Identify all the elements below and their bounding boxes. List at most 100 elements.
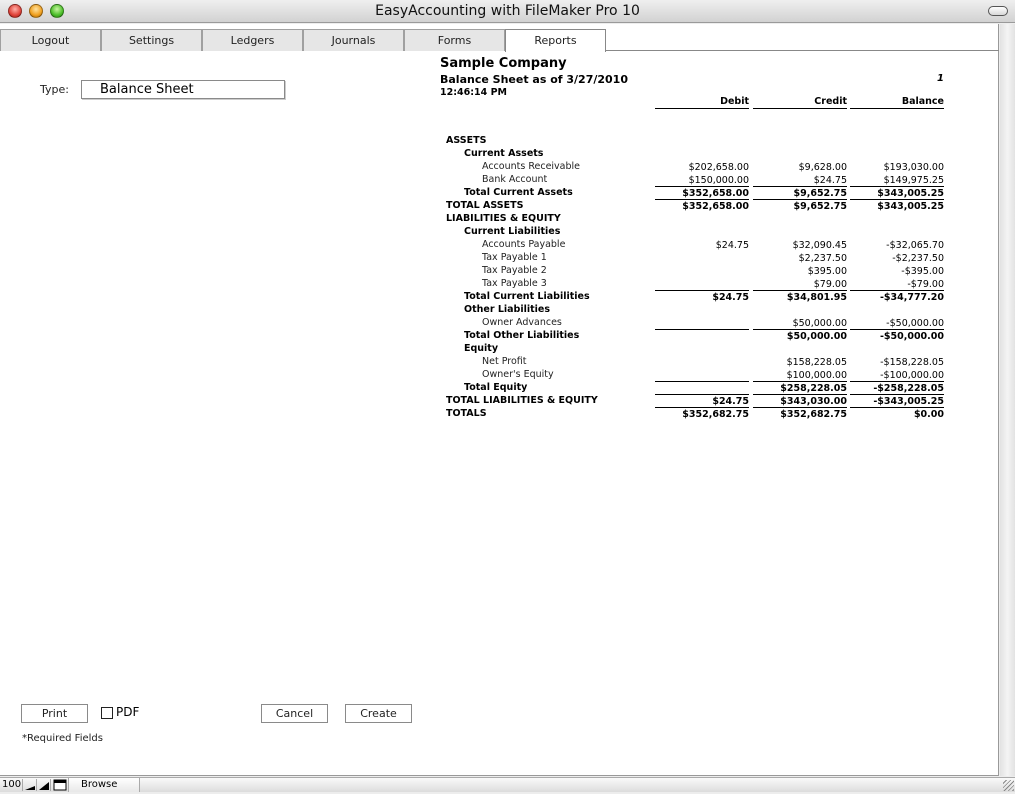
row-label: Bank Account <box>482 174 548 185</box>
row-label: TOTAL LIABILITIES & EQUITY <box>446 395 598 406</box>
tab-forms[interactable]: Forms <box>404 29 505 51</box>
row-label: Total Equity <box>464 382 528 393</box>
report-row: Bank Account $150,000.00 $24.75 $149,975.25 <box>446 174 951 187</box>
cell-debit <box>655 226 749 239</box>
cell-credit: $34,801.95 <box>786 292 847 303</box>
cell-balance: $149,975.25 <box>850 174 944 187</box>
print-button[interactable]: Print <box>21 704 88 723</box>
row-label: Total Other Liabilities <box>464 330 580 341</box>
vertical-scrollbar[interactable] <box>1000 24 1015 776</box>
zoom-out-icon[interactable] <box>22 779 36 791</box>
report-row: Accounts Payable $24.75 $32,090.45 -$32,065… <box>446 239 951 252</box>
row-label: TOTALS <box>446 408 487 419</box>
toolbar-toggle-button[interactable] <box>988 6 1008 16</box>
report-row: Tax Payable 3 $79.00 -$79.00 <box>446 278 951 291</box>
title-bar: EasyAccounting with FileMaker Pro 10 <box>0 0 1015 23</box>
cell-balance: $0.00 <box>913 409 944 420</box>
row-label: LIABILITIES & EQUITY <box>446 213 561 224</box>
cell-credit: $79.00 <box>753 278 847 291</box>
report-type-field[interactable]: Balance Sheet <box>81 80 285 99</box>
report-row: Current Assets <box>446 148 951 161</box>
cell-balance: -$50,000.00 <box>879 331 944 342</box>
report-row: Total Current Assets $352,658.00 $9,652.75… <box>446 187 951 200</box>
cell-balance: -$32,065.70 <box>886 240 944 251</box>
cell-debit <box>655 304 749 317</box>
report-row: TOTAL ASSETS $352,658.00 $9,652.75 $343,005… <box>446 200 951 213</box>
window-title: EasyAccounting with FileMaker Pro 10 <box>375 3 640 19</box>
cell-credit <box>753 343 847 356</box>
cell-debit <box>655 330 749 343</box>
row-label: Current Assets <box>464 148 544 159</box>
layout-content: Logout Settings Ledgers Journals Forms R… <box>0 24 999 776</box>
tab-logout[interactable]: Logout <box>0 29 101 51</box>
cell-debit: $24.75 <box>712 292 749 303</box>
cell-balance <box>850 148 944 161</box>
tab-settings[interactable]: Settings <box>101 29 202 51</box>
row-label: Owner Advances <box>482 317 562 328</box>
cell-credit <box>753 135 847 148</box>
column-header-balance: Balance <box>850 96 944 109</box>
row-label: Other Liabilities <box>464 304 551 315</box>
zoom-level[interactable]: 100 <box>2 778 21 792</box>
cell-balance <box>850 135 944 148</box>
row-label: Net Profit <box>482 356 527 367</box>
report-row: Net Profit $158,228.05 -$158,228.05 <box>446 356 951 369</box>
tab-bar: Logout Settings Ledgers Journals Forms R… <box>0 29 999 52</box>
cell-debit <box>655 356 749 369</box>
report-time: 12:46:14 PM <box>440 87 507 98</box>
cell-debit: $352,682.75 <box>682 409 749 420</box>
zoom-in-icon[interactable] <box>36 779 50 791</box>
tab-reports[interactable]: Reports <box>505 29 606 52</box>
cell-credit: $24.75 <box>753 174 847 187</box>
cell-credit: $395.00 <box>807 266 847 277</box>
required-fields-note: *Required Fields <box>22 733 103 744</box>
cell-credit: $158,228.05 <box>786 357 847 368</box>
cell-debit <box>655 265 749 278</box>
resize-grip-icon[interactable] <box>1003 780 1014 791</box>
report-row: Other Liabilities <box>446 304 951 317</box>
cell-balance <box>850 304 944 317</box>
report-row: Tax Payable 2 $395.00 -$395.00 <box>446 265 951 278</box>
report-row: Tax Payable 1 $2,237.50 -$2,237.50 <box>446 252 951 265</box>
report-row: Owner's Equity $100,000.00 -$100,000.00 <box>446 369 951 382</box>
cell-balance: -$2,237.50 <box>892 253 944 264</box>
column-header-credit: Credit <box>753 96 847 109</box>
cell-credit: $258,228.05 <box>753 382 847 395</box>
report-row: Total Current Liabilities $24.75 $34,801.9… <box>446 291 951 304</box>
cell-credit: $50,000.00 <box>786 331 847 342</box>
cell-credit: $32,090.45 <box>792 240 847 251</box>
row-label: Accounts Receivable <box>482 161 581 172</box>
tab-ledgers[interactable]: Ledgers <box>202 29 303 51</box>
cell-balance: -$158,228.05 <box>880 357 944 368</box>
create-button[interactable]: Create <box>345 704 412 723</box>
pdf-label: PDF <box>116 705 140 719</box>
cell-debit: $352,658.00 <box>655 187 749 200</box>
tab-journals[interactable]: Journals <box>303 29 404 51</box>
toggle-status-area-icon[interactable] <box>50 779 68 791</box>
cell-credit: $9,652.75 <box>793 201 848 212</box>
type-label: Type: <box>40 83 69 96</box>
row-label: Owner's Equity <box>482 369 554 380</box>
cell-balance <box>850 343 944 356</box>
cell-debit: $24.75 <box>715 240 749 251</box>
report-row: LIABILITIES & EQUITY <box>446 213 951 226</box>
cell-debit <box>655 135 749 148</box>
row-label: ASSETS <box>446 135 487 146</box>
cell-debit <box>655 369 749 382</box>
row-label: Current Liabilities <box>464 226 561 237</box>
status-bar: 100 Browse <box>0 777 1015 792</box>
cell-balance: $343,005.25 <box>850 187 944 200</box>
cell-balance: -$79.00 <box>850 278 944 291</box>
mode-indicator[interactable]: Browse <box>68 778 140 792</box>
row-label: Tax Payable 1 <box>482 252 547 263</box>
report-row: TOTAL LIABILITIES & EQUITY $24.75 $343,030… <box>446 395 951 408</box>
cell-credit <box>753 226 847 239</box>
cell-debit: $24.75 <box>655 395 749 408</box>
cell-balance: $343,005.25 <box>877 201 944 212</box>
cancel-button[interactable]: Cancel <box>261 704 328 723</box>
cell-debit <box>655 252 749 265</box>
cell-balance: -$343,005.25 <box>850 395 944 408</box>
report-subtitle: Balance Sheet as of 3/27/2010 <box>440 73 628 86</box>
cell-balance: -$50,000.00 <box>850 317 944 330</box>
pdf-checkbox[interactable] <box>101 707 113 719</box>
